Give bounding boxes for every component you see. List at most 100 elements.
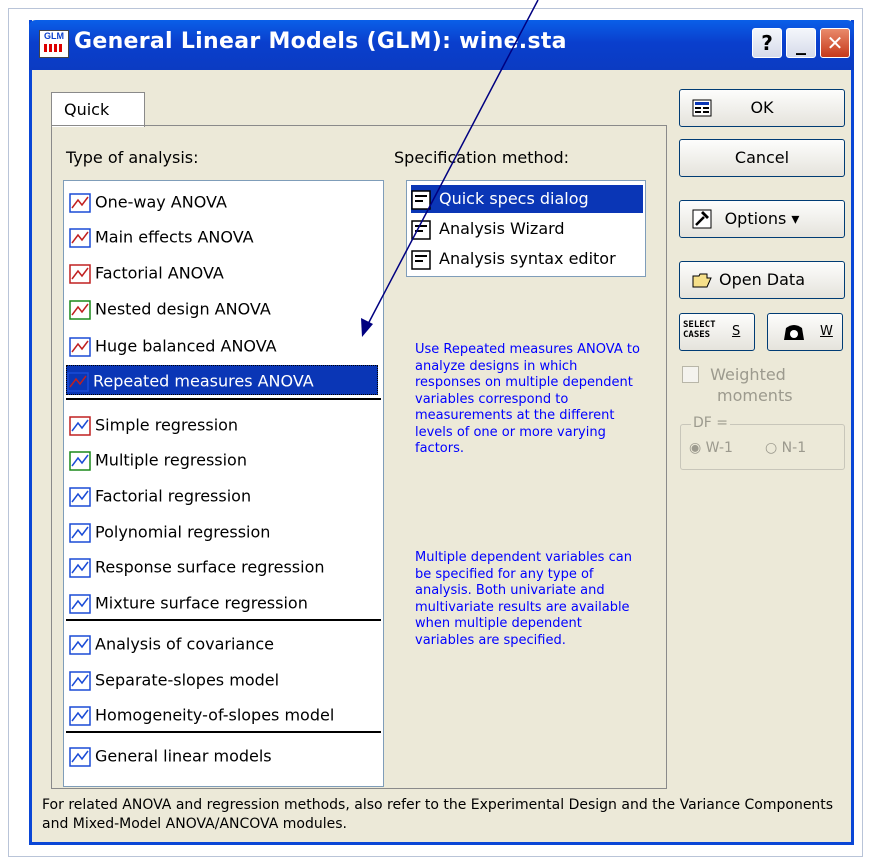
weights-key: W (820, 324, 833, 339)
radio-selected-icon: ◉ (689, 440, 702, 456)
analysis-item-label: Huge balanced ANOVA (95, 336, 277, 356)
group-separator (66, 731, 381, 733)
analysis-item-response-surface-regression[interactable]: Response surface regression (69, 552, 325, 582)
repeated-measures-anova-icon (67, 371, 89, 392)
analysis-item-label: Polynomial regression (95, 522, 271, 542)
general-linear-models-icon (69, 746, 91, 767)
analysis-item-label: Homogeneity-of-slopes model (95, 705, 335, 725)
glm-dialog: GLM General Linear Models (GLM): wine.st… (29, 20, 854, 845)
analysis-item-factorial-regression[interactable]: Factorial regression (69, 481, 251, 511)
select-cases-button[interactable]: SELECT CASES S (679, 313, 755, 351)
title-bar[interactable]: GLM General Linear Models (GLM): wine.st… (29, 20, 854, 70)
multiple-regression-icon (69, 450, 91, 471)
analysis-item-huge-balanced-anova[interactable]: Huge balanced ANOVA (69, 331, 277, 361)
close-button[interactable]: ✕ (820, 28, 850, 58)
cancel-button[interactable]: Cancel (679, 139, 845, 177)
type-of-analysis-label: Type of analysis: (66, 148, 199, 167)
analysis-type-list[interactable]: One-way ANOVA Main effects ANOVA Factorial… (63, 180, 384, 787)
description-text-1: Use Repeated measures ANOVA to analyze d… (415, 342, 640, 456)
analysis-item-label: Simple regression (95, 415, 239, 435)
weighted-label: Weighted (710, 365, 786, 384)
weight-scale-icon (784, 325, 804, 340)
select-cases-icon: SELECT CASES (683, 320, 716, 340)
nested-design-anova-icon (69, 299, 91, 320)
analysis-item-general-linear-models[interactable]: General linear models (69, 741, 272, 771)
mixture-surface-regression-icon (69, 593, 91, 614)
main-effects-anova-icon (69, 227, 91, 248)
simple-regression-icon (69, 415, 91, 436)
quick-specs-dialog-icon (411, 189, 431, 210)
analysis-item-repeated-measures-anova[interactable]: Repeated measures ANOVA (66, 365, 378, 395)
analysis-syntax-editor-icon (411, 249, 431, 270)
ok-button[interactable]: OK (679, 89, 845, 127)
checkbox-box[interactable] (682, 366, 699, 383)
analysis-wizard-icon (411, 219, 431, 240)
df-n1-radio[interactable]: ○ N-1 (765, 440, 806, 456)
analysis-item-label: Factorial regression (95, 486, 252, 506)
tab-quick[interactable]: Quick (51, 92, 145, 127)
group-separator (66, 398, 381, 400)
analysis-item-mixture-surface-regression[interactable]: Mixture surface regression (69, 588, 308, 618)
df-label: DF = (691, 415, 731, 431)
weights-button[interactable]: W (767, 313, 843, 351)
specification-method-list[interactable]: Quick specs dialog Analysis Wizard Analysi… (406, 180, 646, 277)
one-way-anova-icon (69, 192, 91, 213)
response-surface-regression-icon (69, 557, 91, 578)
weighted-moments-checkbox[interactable]: Weighted (682, 364, 786, 384)
hammer-icon (692, 209, 712, 229)
analysis-item-label: Repeated measures ANOVA (93, 371, 314, 391)
analysis-item-multiple-regression[interactable]: Multiple regression (69, 445, 247, 475)
minimize-button[interactable]: _ (786, 28, 816, 58)
window-title: General Linear Models (GLM): wine.sta (74, 29, 567, 54)
group-separator (66, 619, 381, 621)
analysis-item-label: One-way ANOVA (95, 192, 227, 212)
ok-label: OK (750, 98, 774, 117)
analysis-item-label: Main effects ANOVA (95, 227, 254, 247)
analysis-item-label: Factorial ANOVA (95, 263, 224, 283)
spec-item-quick-specs-dialog[interactable]: Quick specs dialog (411, 185, 643, 213)
open-data-label: Open Data (718, 270, 806, 289)
homogeneity-of-slopes-model-icon (69, 705, 91, 726)
df-group: DF = ◉ W-1 ○ N-1 (680, 415, 845, 470)
df-w1-radio[interactable]: ◉ W-1 (689, 440, 733, 456)
analysis-item-main-effects-anova[interactable]: Main effects ANOVA (69, 222, 254, 252)
analysis-item-analysis-of-covariance[interactable]: Analysis of covariance (69, 629, 274, 659)
glm-app-icon: GLM (39, 30, 69, 58)
open-folder-icon (692, 273, 712, 288)
options-button[interactable]: Options ▾ (679, 200, 845, 238)
polynomial-regression-icon (69, 522, 91, 543)
analysis-of-covariance-icon (69, 634, 91, 655)
analysis-item-label: Multiple regression (95, 450, 247, 470)
analysis-item-label: General linear models (95, 746, 272, 766)
spec-item-label: Quick specs dialog (439, 189, 589, 208)
dropdown-arrow-icon: ▾ (791, 209, 800, 228)
analysis-item-factorial-anova[interactable]: Factorial ANOVA (69, 258, 224, 288)
huge-balanced-anova-icon (69, 336, 91, 357)
analysis-item-polynomial-regression[interactable]: Polynomial regression (69, 517, 270, 547)
analysis-item-label: Separate-slopes model (95, 670, 280, 690)
select-cases-key: S (732, 324, 741, 339)
factorial-anova-icon (69, 263, 91, 284)
analysis-item-one-way-anova[interactable]: One-way ANOVA (69, 187, 227, 217)
analysis-item-simple-regression[interactable]: Simple regression (69, 410, 238, 440)
analysis-item-label: Mixture surface regression (95, 593, 308, 613)
ok-icon (692, 99, 712, 117)
spec-item-label: Analysis syntax editor (439, 249, 616, 268)
open-data-button[interactable]: Open Data (679, 261, 845, 299)
analysis-item-label: Response surface regression (95, 557, 325, 577)
options-label: Options (724, 209, 787, 228)
analysis-item-label: Nested design ANOVA (95, 299, 271, 319)
moments-label: moments (717, 386, 793, 405)
spec-item-analysis-syntax-editor[interactable]: Analysis syntax editor (411, 245, 616, 273)
factorial-regression-icon (69, 486, 91, 507)
analysis-item-nested-design-anova[interactable]: Nested design ANOVA (69, 294, 271, 324)
specification-method-label: Specification method: (394, 148, 569, 167)
description-text-2: Multiple dependent variables can be spec… (415, 550, 632, 648)
analysis-item-homogeneity-of-slopes-model[interactable]: Homogeneity-of-slopes model (69, 700, 334, 730)
help-button[interactable]: ? (752, 28, 782, 58)
analysis-item-separate-slopes-model[interactable]: Separate-slopes model (69, 665, 279, 695)
spec-item-label: Analysis Wizard (439, 219, 565, 238)
spec-item-analysis-wizard[interactable]: Analysis Wizard (411, 215, 565, 243)
analysis-item-label: Analysis of covariance (95, 634, 274, 654)
separate-slopes-model-icon (69, 670, 91, 691)
